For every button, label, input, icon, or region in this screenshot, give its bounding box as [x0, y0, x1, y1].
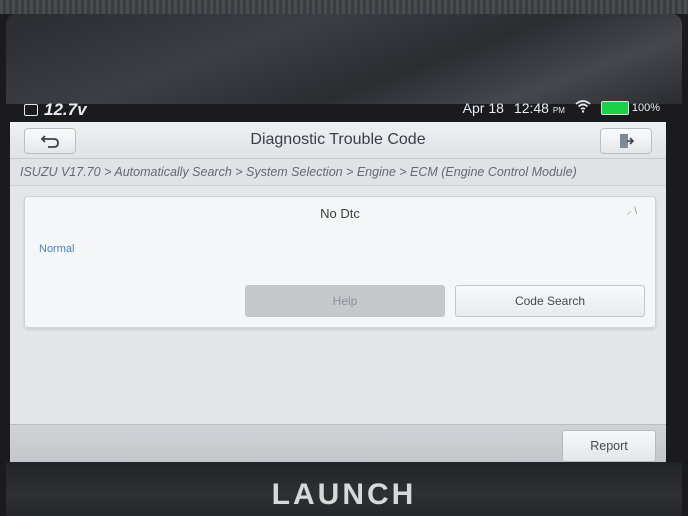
battery-icon [600, 101, 629, 115]
status-time: 12:48 PM [513, 100, 565, 116]
title-bar: Diagnostic Trouble Code [10, 122, 666, 159]
status-date: Apr 18 [462, 100, 504, 116]
exit-door-icon [620, 134, 635, 148]
code-search-button[interactable]: Code Search [455, 285, 645, 317]
module-status-text: Normal [39, 243, 75, 255]
help-button[interactable]: Help [245, 285, 445, 317]
screen-scratch-mark: ⸝ \ [626, 206, 637, 217]
device-bezel-top [0, 0, 688, 14]
device-brand-logo: LAUNCH [271, 478, 417, 511]
exit-button[interactable] [600, 128, 652, 154]
report-button[interactable]: Report [562, 430, 656, 462]
voltage-readout: 12.7v [44, 100, 87, 119]
breadcrumb: ISUZU V17.70 > Automatically Search > Sy… [10, 159, 666, 186]
footer-bar: Report [10, 424, 666, 462]
device-bezel-glass [6, 14, 682, 104]
page-title: Diagnostic Trouble Code [250, 131, 426, 148]
wifi-icon [575, 100, 591, 116]
status-bar: 12.7v Apr 18 12:48 PM 100% [10, 98, 660, 122]
dtc-result-card: No Dtc ⸝ \ Normal Help Code Search [24, 196, 656, 328]
battery-indicator: 100% [600, 101, 660, 115]
battery-level: 100% [631, 102, 660, 114]
dtc-card-title: No Dtc [320, 206, 360, 221]
app-screen: Diagnostic Trouble Code ISUZU V17.70 > A… [10, 122, 666, 462]
sd-card-icon [24, 104, 38, 116]
status-ampm: PM [552, 106, 565, 115]
